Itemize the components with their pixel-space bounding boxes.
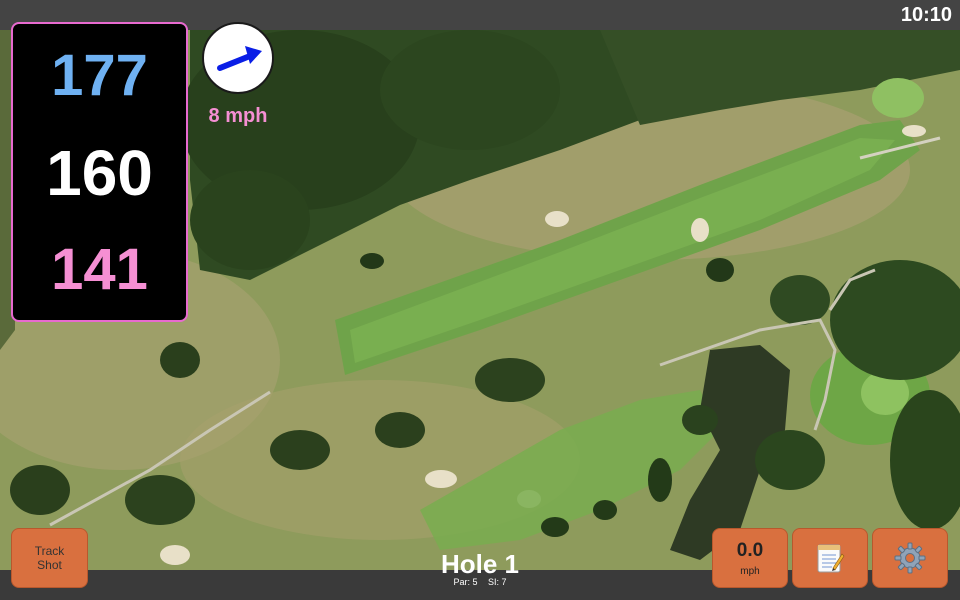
wind-indicator — [202, 22, 274, 94]
wind-adjust-unit: mph — [740, 565, 760, 577]
distance-front: 141 — [51, 237, 148, 302]
hole-par: Par: 5 — [453, 577, 478, 587]
distance-panel: 177 160 141 — [11, 22, 188, 322]
wind-speed: 8 mph — [208, 105, 268, 127]
track-shot-button[interactable]: Track Shot — [11, 528, 88, 588]
hole-info: Par: 5 SI: 7 — [380, 577, 580, 587]
status-time: 10:10 — [900, 4, 952, 26]
notepad-icon — [817, 544, 845, 573]
track-shot-label-line2: Shot — [37, 558, 62, 572]
track-shot-label-line1: Track — [34, 544, 65, 558]
hole-title: Hole 1 — [440, 549, 520, 579]
distance-middle: 160 — [46, 137, 153, 209]
wind-arrow-icon — [217, 46, 262, 71]
wind-adjust-button[interactable]: 0.0 mph — [712, 528, 788, 588]
distance-back: 177 — [51, 43, 148, 108]
settings-button[interactable] — [872, 528, 948, 588]
gear-icon — [894, 542, 926, 574]
wind-adjust-value: 0.0 — [736, 539, 764, 561]
hole-stroke-index: SI: 7 — [488, 577, 507, 587]
notes-button[interactable] — [792, 528, 868, 588]
